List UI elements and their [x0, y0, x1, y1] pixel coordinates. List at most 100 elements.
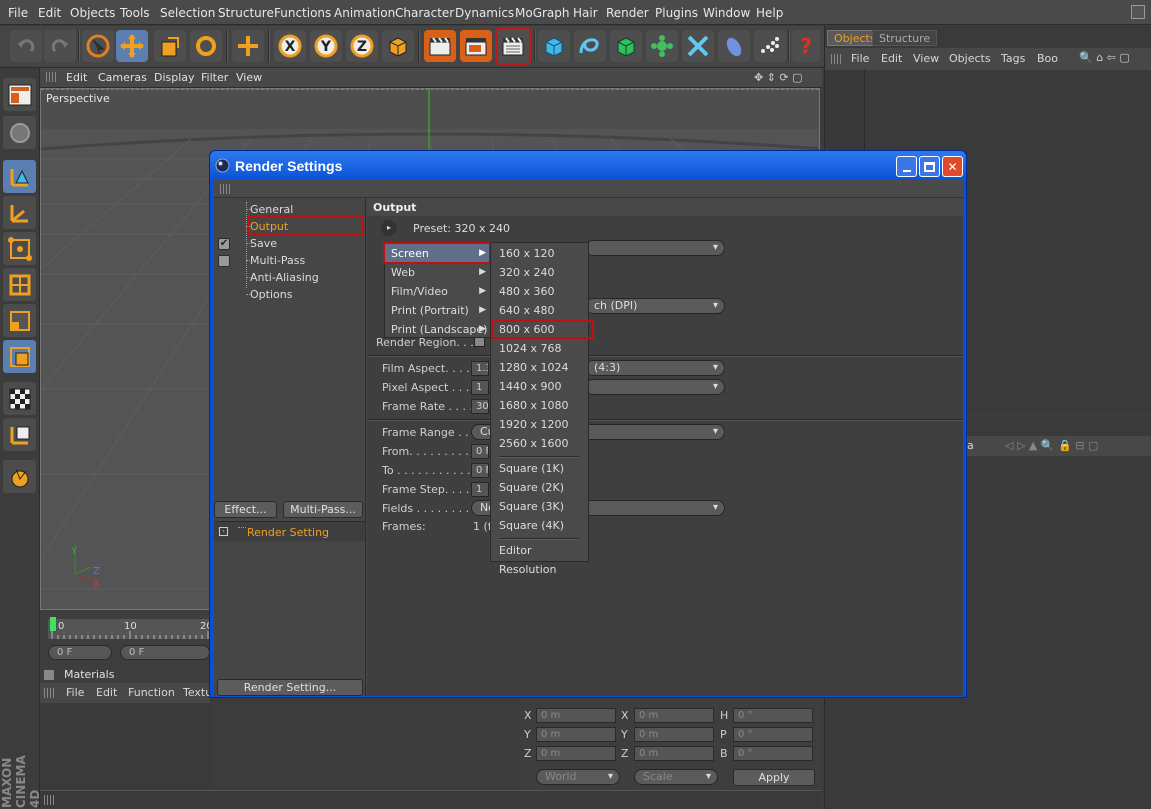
nurbs-button[interactable]: [610, 30, 642, 62]
attributes-nav-icons[interactable]: ◁ ▷ ▲ 🔍 🔒 ⊟ ▢: [1005, 439, 1098, 452]
z-axis-lock-button[interactable]: Z: [346, 30, 378, 62]
menu-item-1440x900[interactable]: 1440 x 900: [491, 377, 588, 396]
menu-item-film-video[interactable]: Film/Video ▶: [385, 282, 491, 301]
materials-menu-file[interactable]: File: [66, 686, 84, 699]
scene-object-button[interactable]: [718, 30, 750, 62]
nav-multi-pass[interactable]: Multi-Pass: [250, 254, 305, 267]
viewport-menu-cameras[interactable]: Cameras: [98, 71, 147, 84]
pixel-aspect-field[interactable]: 1: [471, 380, 489, 395]
viewport-menu-display[interactable]: Display: [154, 71, 195, 84]
object-mode-button[interactable]: [3, 160, 36, 193]
menu-file[interactable]: File: [8, 6, 28, 20]
effect-button[interactable]: Effect...: [214, 501, 277, 518]
objects-menu-view[interactable]: View: [913, 52, 939, 65]
film-aspect-field[interactable]: 1.3: [471, 361, 489, 376]
expand-icon[interactable]: ·: [219, 527, 228, 536]
menu-animation[interactable]: Animation: [334, 6, 395, 20]
restore-window-icon[interactable]: [1131, 5, 1145, 19]
menu-selection[interactable]: Selection: [160, 6, 215, 20]
menu-item-320x240[interactable]: 320 x 240: [491, 263, 588, 282]
preset-expand-icon[interactable]: ▸: [381, 220, 397, 236]
to-field[interactable]: 0 F: [471, 463, 489, 478]
nav-anti-aliasing[interactable]: Anti-Aliasing: [250, 271, 319, 284]
objects-nav-icons[interactable]: 🔍 ⌂ ⇦ ▢: [1079, 51, 1130, 64]
menu-render[interactable]: Render: [606, 6, 649, 20]
nav-options[interactable]: Options: [250, 288, 292, 301]
scale-tool-button[interactable]: [154, 30, 186, 62]
rotate-tool-button[interactable]: [190, 30, 222, 62]
rotation-p-field[interactable]: 0 °: [733, 727, 813, 742]
viewport-menu-edit[interactable]: Edit: [66, 71, 87, 84]
position-y-field[interactable]: 0 m: [536, 727, 616, 742]
minimize-button[interactable]: [896, 156, 917, 177]
y-axis-lock-button[interactable]: Y: [310, 30, 342, 62]
menu-dynamics[interactable]: Dynamics: [455, 6, 514, 20]
render-settings-button[interactable]: [495, 27, 531, 65]
layout-button[interactable]: [3, 78, 36, 111]
width-units-dropdown[interactable]: [585, 240, 725, 256]
viewport-menu-filter[interactable]: Filter: [201, 71, 228, 84]
menu-help[interactable]: Help: [756, 6, 783, 20]
axis-mode-button[interactable]: [3, 196, 36, 229]
frame-rate-field[interactable]: 30: [471, 399, 489, 414]
start-frame-field[interactable]: 0 F: [120, 645, 210, 660]
materials-menu-edit[interactable]: Edit: [96, 686, 117, 699]
menu-hair[interactable]: Hair: [573, 6, 598, 20]
menu-edit[interactable]: Edit: [38, 6, 61, 20]
current-frame-field[interactable]: 0 F: [48, 645, 112, 660]
position-z-field[interactable]: 0 m: [536, 746, 616, 761]
viewport-nav-icons[interactable]: ✥ ⇕ ⟳ ▢: [754, 71, 803, 84]
film-aspect-dropdown[interactable]: (4:3): [585, 360, 725, 376]
coordinate-system-button[interactable]: [232, 30, 264, 62]
save-checkbox[interactable]: ✔: [218, 238, 230, 250]
menu-item-1280x1024[interactable]: 1280 x 1024: [491, 358, 588, 377]
render-setting-button[interactable]: Render Setting...: [217, 679, 363, 696]
render-setting-item[interactable]: Render Setting: [247, 526, 329, 539]
frame-step-field[interactable]: 1: [471, 482, 489, 497]
objects-menu-objects[interactable]: Objects: [949, 52, 991, 65]
close-button[interactable]: ✕: [942, 156, 963, 177]
apply-button[interactable]: Apply: [733, 769, 815, 786]
menu-item-square-4k[interactable]: Square (4K): [491, 516, 588, 535]
points-mode-button[interactable]: [3, 232, 36, 265]
render-region-button[interactable]: [460, 30, 492, 62]
menu-mograph[interactable]: MoGraph: [515, 6, 570, 20]
objects-menu-file[interactable]: File: [851, 52, 869, 65]
menu-functions[interactable]: Functions: [274, 6, 331, 20]
multipass-checkbox[interactable]: [218, 255, 230, 267]
menu-item-480x360[interactable]: 480 x 360: [491, 282, 588, 301]
polygons-mode-button[interactable]: [3, 304, 36, 337]
dialog-titlebar[interactable]: Render Settings ✕: [210, 151, 966, 180]
uv-mode-button[interactable]: [3, 340, 36, 373]
menu-item-print-portrait[interactable]: Print (Portrait) ▶: [385, 301, 491, 320]
redo-button[interactable]: [44, 30, 76, 62]
menu-item-1920x1200[interactable]: 1920 x 1200: [491, 415, 588, 434]
menu-structure[interactable]: Structure: [218, 6, 274, 20]
menu-item-160x120[interactable]: 160 x 120: [491, 244, 588, 263]
world-system-button[interactable]: [382, 30, 414, 62]
move-tool-button[interactable]: [116, 30, 148, 62]
size-x-field[interactable]: 0 m: [634, 708, 714, 723]
rotation-h-field[interactable]: 0 °: [733, 708, 813, 723]
resolution-units-dropdown[interactable]: ch (DPI): [585, 298, 725, 314]
materials-menu-texture[interactable]: Textu: [183, 686, 212, 699]
tab-structure[interactable]: Structure: [872, 30, 938, 46]
coordinate-system-dropdown[interactable]: World: [536, 769, 620, 785]
multi-pass-button[interactable]: Multi-Pass...: [283, 501, 363, 518]
position-x-field[interactable]: 0 m: [536, 708, 616, 723]
from-field[interactable]: 0 F: [471, 444, 489, 459]
edges-mode-button[interactable]: [3, 268, 36, 301]
model-mode-button[interactable]: [3, 116, 36, 149]
menu-plugins[interactable]: Plugins: [655, 6, 698, 20]
sculpt-mode-button[interactable]: [3, 460, 36, 493]
objects-menu-edit[interactable]: Edit: [881, 52, 902, 65]
scale-mode-dropdown[interactable]: Scale: [634, 769, 718, 785]
menu-window[interactable]: Window: [703, 6, 750, 20]
materials-area[interactable]: [40, 703, 210, 803]
menu-item-web[interactable]: Web ▶: [385, 263, 491, 282]
x-axis-lock-button[interactable]: X: [274, 30, 306, 62]
menu-item-editor-resolution[interactable]: Editor Resolution: [491, 541, 588, 576]
texture-mode-button[interactable]: [3, 382, 36, 415]
maximize-button[interactable]: [919, 156, 940, 177]
pixel-aspect-dropdown[interactable]: [585, 379, 725, 395]
